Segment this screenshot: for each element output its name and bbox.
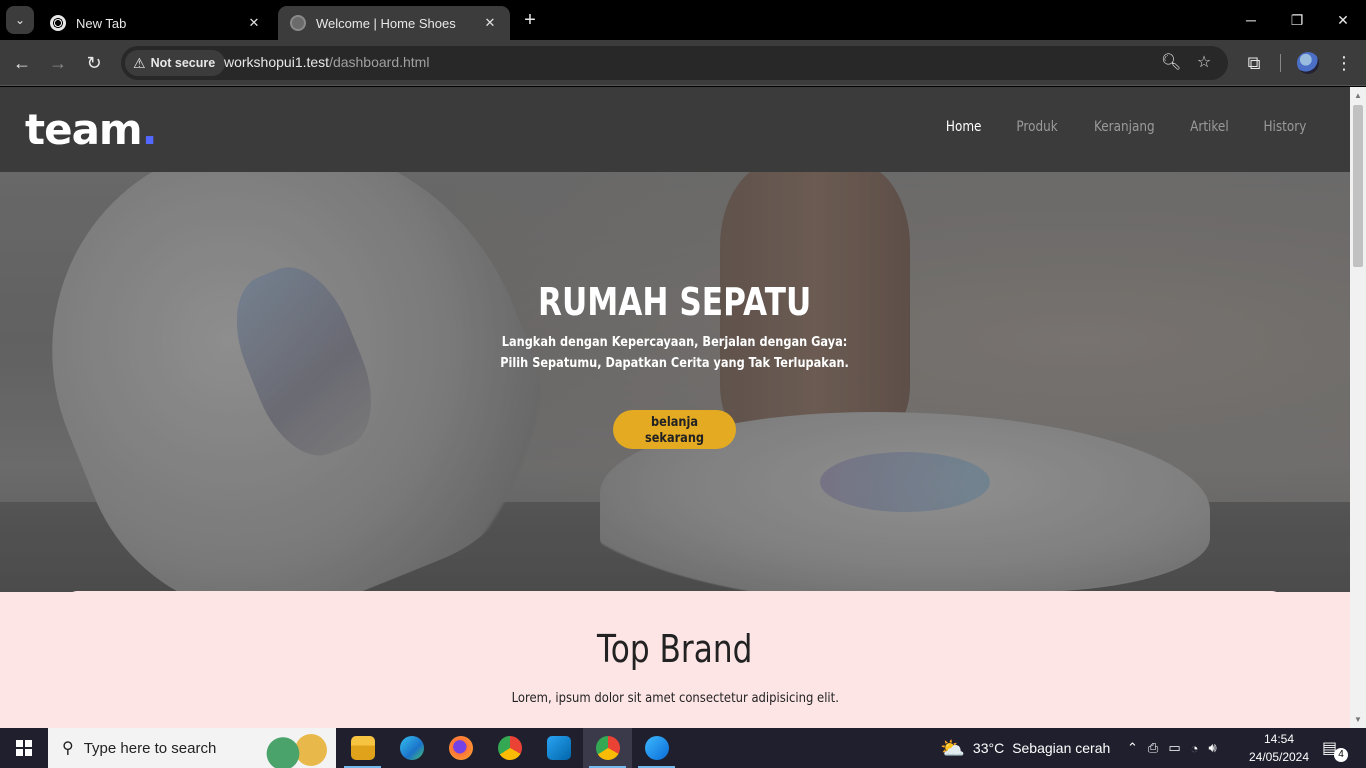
back-button[interactable]: ←	[10, 51, 34, 75]
page-viewport: team. Home Produk Keranjang Artikel Hist…	[0, 87, 1350, 728]
brand-section-description: Lorem, ipsum dolor sit amet consectetur …	[0, 690, 1350, 706]
tab-search-button[interactable]: ⌄	[6, 6, 34, 34]
search-icon: ⚲	[62, 740, 74, 757]
nav-artikel[interactable]: Artikel	[1190, 119, 1229, 135]
tab-welcome-home-shoes[interactable]: Welcome | Home Shoes ✕	[278, 6, 510, 40]
restore-button[interactable]: ❐	[1274, 0, 1320, 40]
minimize-button[interactable]: ─	[1228, 0, 1274, 40]
weather-text: Sebagian cerah	[1012, 740, 1111, 756]
logo-text: team	[25, 105, 143, 154]
meet-now-icon[interactable]: ⎙	[1148, 740, 1158, 756]
tab-label: New Tab	[76, 15, 127, 31]
reload-button[interactable]: ↻	[82, 51, 106, 75]
scroll-down-arrow-icon[interactable]: ▼	[1354, 715, 1362, 724]
browser-toolbar: ← → ↻ ⚠ Not secure workshopui1.test/dash…	[0, 40, 1366, 86]
search-highlight-image	[262, 732, 332, 768]
bookmark-star-icon[interactable]: ☆	[1194, 53, 1214, 73]
hero-banner: RUMAH SEPATU Langkah dengan Kepercayaan,…	[0, 172, 1350, 592]
address-bar[interactable]: ⚠ Not secure workshopui1.test/dashboard.…	[121, 46, 1228, 80]
url-text[interactable]: workshopui1.test/dashboard.html	[224, 54, 429, 70]
close-window-button[interactable]: ✕	[1320, 0, 1366, 40]
edge-taskbar-icon[interactable]	[387, 728, 436, 768]
site-security-chip[interactable]: ⚠ Not secure	[125, 50, 226, 76]
url-path: /dashboard.html	[329, 54, 430, 70]
tab-label: Welcome | Home Shoes	[316, 15, 456, 31]
clock-time: 14:54	[1263, 732, 1295, 746]
brand-section-title-wrap: Top Brand	[0, 627, 1350, 671]
profile-avatar[interactable]	[1297, 52, 1319, 74]
extensions-icon[interactable]: ⧉	[1242, 51, 1266, 75]
hero-overlay	[0, 172, 1350, 592]
site-logo[interactable]: team.	[25, 105, 158, 154]
tab-new-tab[interactable]: New Tab ✕	[38, 6, 274, 40]
more-menu-icon[interactable]: ⋮	[1332, 51, 1356, 75]
chevron-up-icon[interactable]: ⌃	[1127, 740, 1138, 756]
app-taskbar-icon[interactable]	[632, 728, 681, 768]
wifi-icon[interactable]: ◔	[1191, 741, 1199, 756]
scrollbar-thumb[interactable]	[1353, 105, 1363, 267]
windows-logo-icon	[16, 740, 32, 756]
notification-center-icon[interactable]: ▤ 4	[1322, 738, 1348, 762]
taskbar-clock[interactable]: 14:54 24/05/2024	[1244, 730, 1314, 766]
clock-date: 24/05/2024	[1248, 750, 1310, 764]
brand-section-title: Top Brand	[597, 627, 753, 671]
battery-icon[interactable]: ▭	[1168, 740, 1180, 756]
volume-icon[interactable]: 🔊︎	[1208, 740, 1216, 756]
site-menu: Home Produk Keranjang Artikel History	[943, 119, 1310, 135]
globe-icon	[290, 15, 306, 31]
weather-sun-cloud-icon: ⛅	[940, 737, 965, 760]
close-tab-icon[interactable]: ✕	[246, 15, 262, 31]
browser-tab-strip: ⌄ New Tab ✕ Welcome | Home Shoes ✕ + ─ ❐…	[0, 0, 1366, 40]
nav-produk[interactable]: Produk	[1016, 119, 1057, 135]
firefox-taskbar-icon[interactable]	[436, 728, 485, 768]
toolbar-divider	[1280, 54, 1281, 72]
page-scrollbar[interactable]: ▲ ▼	[1350, 87, 1366, 728]
weather-widget[interactable]: ⛅ 33°C Sebagian cerah	[940, 728, 1110, 768]
warning-icon: ⚠	[133, 54, 146, 71]
hero-text: RUMAH SEPATU Langkah dengan Kepercayaan,…	[0, 280, 1350, 374]
notification-count: 4	[1334, 748, 1348, 762]
windows-taskbar: ⚲ Type here to search ⛅ 33°C Sebagian ce…	[0, 728, 1366, 768]
chrome-active-taskbar-icon[interactable]	[583, 728, 632, 768]
hero-subtitle-line-2: Pilih Sepatumu, Dapatkan Cerita yang Tak…	[500, 355, 850, 371]
taskbar-search-placeholder: Type here to search	[83, 739, 217, 757]
hero-subtitle: Langkah dengan Kepercayaan, Berjalan den…	[501, 332, 850, 374]
taskbar-search[interactable]: ⚲ Type here to search	[48, 728, 336, 768]
logo-dot: .	[141, 105, 158, 154]
start-button[interactable]	[0, 728, 48, 768]
forward-button[interactable]: →	[46, 51, 70, 75]
brand-description-text: Lorem, ipsum dolor sit amet consectetur …	[511, 690, 839, 706]
hero-title: RUMAH SEPATU	[538, 280, 812, 324]
nav-history[interactable]: History	[1264, 119, 1307, 135]
new-tab-button[interactable]: +	[518, 8, 542, 32]
vscode-taskbar-icon[interactable]	[534, 728, 583, 768]
chrome-icon	[50, 15, 66, 31]
file-explorer-taskbar-icon[interactable]	[338, 728, 387, 768]
nav-home[interactable]: Home	[946, 119, 982, 135]
weather-temp: 33°C	[972, 740, 1005, 756]
site-navbar: team. Home Produk Keranjang Artikel Hist…	[0, 87, 1350, 172]
zoom-icon[interactable]: 🔍︎	[1161, 53, 1181, 73]
close-tab-icon[interactable]: ✕	[482, 15, 498, 31]
url-host: workshopui1.test	[224, 54, 330, 70]
shop-now-label: belanja sekarang	[644, 413, 705, 446]
chrome-taskbar-icon[interactable]	[485, 728, 534, 768]
security-label: Not secure	[150, 56, 216, 70]
system-tray: ⌃ ⎙ ▭ ◔ 🔊︎	[1127, 728, 1217, 768]
hero-subtitle-line-1: Langkah dengan Kepercayaan, Berjalan den…	[502, 334, 848, 350]
nav-keranjang[interactable]: Keranjang	[1094, 119, 1155, 135]
scroll-up-arrow-icon[interactable]: ▲	[1354, 91, 1362, 100]
shop-now-button[interactable]: belanja sekarang	[613, 410, 736, 449]
